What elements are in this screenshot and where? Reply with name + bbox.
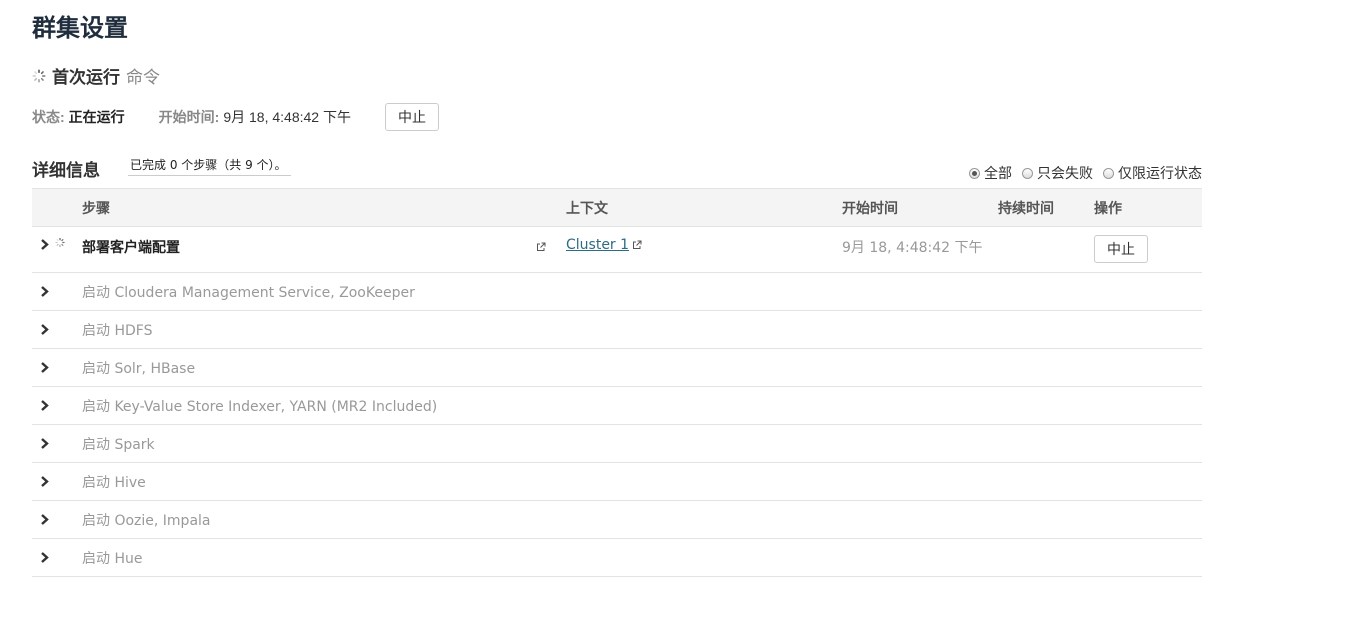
step-start-time: 9月 18, 4:48:42 下午 [842, 240, 983, 256]
spinner-icon [32, 69, 46, 83]
filter-failed-only-label: 只会失败 [1037, 166, 1093, 182]
step-name: 启动 Oozie, Impala [82, 512, 211, 529]
chevron-right-icon[interactable] [40, 514, 82, 525]
chevron-right-icon[interactable] [40, 238, 50, 250]
table-row: 启动 Oozie, Impala [32, 501, 1202, 539]
step-name: 部署客户端配置 [82, 240, 180, 256]
steps-table: 步骤 上下文 开始时间 持续时间 操作 部署客户端配置 Cluster 1 9月… [32, 188, 1202, 577]
step-duration [998, 227, 1094, 273]
chevron-right-icon[interactable] [40, 324, 82, 335]
chevron-right-icon[interactable] [40, 400, 82, 411]
chevron-right-icon[interactable] [40, 286, 82, 297]
context-link[interactable]: Cluster 1 [566, 237, 629, 253]
start-time-value: 9月 18, 4:48:42 下午 [223, 109, 351, 125]
table-row: 启动 Solr, HBase [32, 349, 1202, 387]
table-row: 启动 Cloudera Management Service, ZooKeepe… [32, 273, 1202, 311]
command-title: 首次运行 命令 [32, 63, 160, 88]
details-title: 详细信息 [32, 161, 100, 181]
command-suffix: 命令 [126, 68, 160, 88]
chevron-right-icon[interactable] [40, 362, 82, 373]
step-name: 启动 Key-Value Store Indexer, YARN (MR2 In… [82, 398, 438, 415]
spinner-icon [55, 237, 69, 251]
details-header: 详细信息 已完成 0 个步骤（共 9 个）。 全部 只会失败 仅限运行状态 [32, 153, 1202, 185]
filter-failed-only[interactable]: 只会失败 [1022, 163, 1093, 183]
table-row: 启动 Key-Value Store Indexer, YARN (MR2 In… [32, 387, 1202, 425]
abort-step-button[interactable]: 中止 [1094, 235, 1148, 263]
start-time-label: 开始时间: [158, 109, 220, 125]
header-duration[interactable]: 持续时间 [998, 189, 1094, 227]
page-title: 群集设置 [32, 13, 128, 42]
table-header-row: 步骤 上下文 开始时间 持续时间 操作 [32, 188, 1202, 227]
chevron-right-icon[interactable] [40, 552, 82, 563]
progress-summary: 已完成 0 个步骤（共 9 个）。 [128, 156, 291, 176]
chevron-right-icon[interactable] [40, 476, 82, 487]
step-name: 启动 Solr, HBase [82, 360, 196, 377]
step-name: 启动 Spark [82, 436, 155, 453]
status-value: 正在运行 [68, 109, 125, 125]
external-link-icon[interactable] [632, 240, 642, 250]
header-context[interactable]: 上下文 [566, 189, 842, 227]
table-row: 启动 Hive [32, 463, 1202, 501]
abort-command-button[interactable]: 中止 [384, 103, 439, 131]
header-expand [32, 189, 82, 227]
filter-all[interactable]: 全部 [969, 163, 1012, 183]
table-row: 启动 Hue [32, 539, 1202, 577]
step-name: 启动 Cloudera Management Service, ZooKeepe… [82, 284, 415, 301]
table-row: 启动 HDFS [32, 311, 1202, 349]
status-bar: 状态: 正在运行 开始时间: 9月 18, 4:48:42 下午 中止 [32, 102, 439, 132]
step-name: 启动 Hive [82, 474, 146, 491]
external-link-icon[interactable] [536, 242, 546, 252]
chevron-right-icon[interactable] [40, 438, 82, 449]
step-filter-group: 全部 只会失败 仅限运行状态 [959, 163, 1202, 183]
step-name: 启动 HDFS [82, 322, 153, 339]
radio-running-only[interactable] [1103, 167, 1114, 179]
header-step[interactable]: 步骤 [82, 189, 566, 227]
step-name: 启动 Hue [82, 550, 143, 567]
header-start-time[interactable]: 开始时间 [842, 189, 998, 227]
table-row: 启动 Spark [32, 425, 1202, 463]
radio-all[interactable] [969, 167, 980, 179]
table-row: 部署客户端配置 Cluster 1 9月 18, 4:48:42 下午 中止 [32, 227, 1202, 273]
filter-running-only[interactable]: 仅限运行状态 [1103, 163, 1202, 183]
status-label: 状态: [32, 109, 65, 125]
radio-failed-only[interactable] [1022, 167, 1033, 179]
filter-all-label: 全部 [984, 166, 1012, 182]
header-action: 操作 [1094, 200, 1122, 217]
filter-running-only-label: 仅限运行状态 [1118, 166, 1202, 182]
command-name: 首次运行 [52, 68, 120, 88]
